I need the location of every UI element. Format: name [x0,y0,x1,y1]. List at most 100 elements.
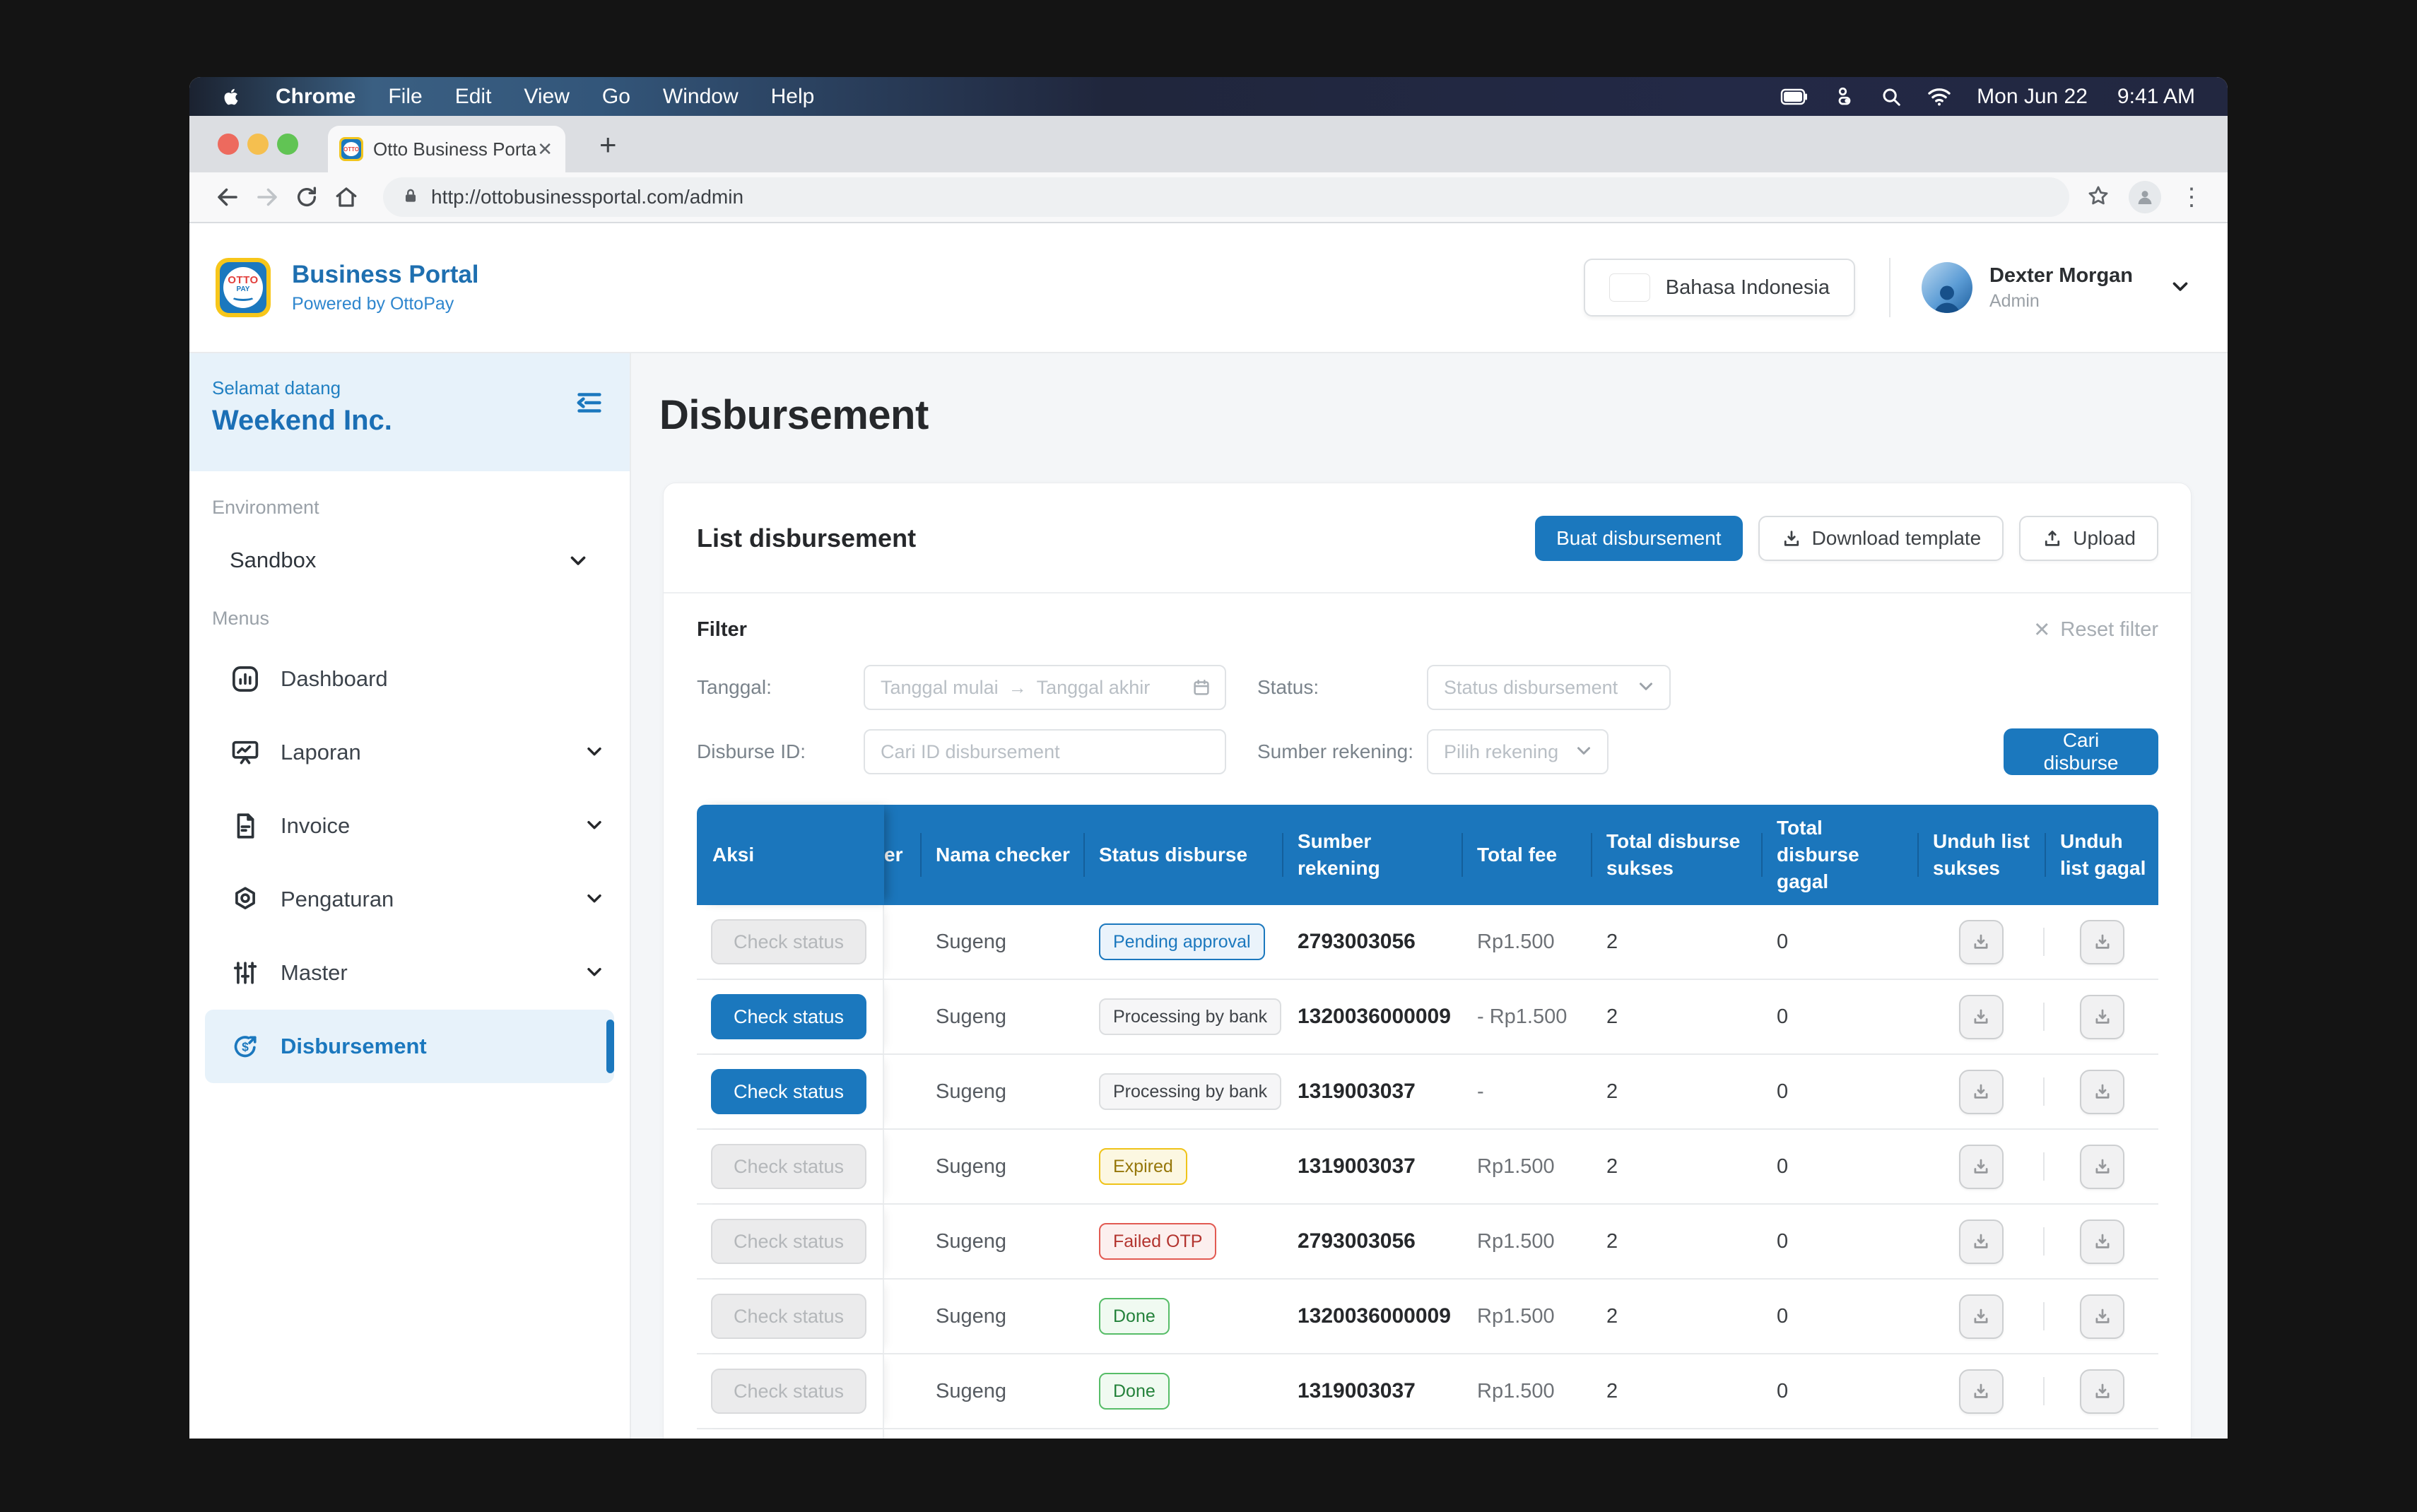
check-status-button[interactable]: Check status [711,1144,866,1189]
disburse-id-input[interactable] [864,729,1226,774]
check-status-button[interactable]: Check status [711,994,866,1039]
cell-nama-checker: Sugeng [920,1280,1083,1353]
apple-logo-icon[interactable] [220,85,245,109]
sidebar-item-master[interactable]: Master [189,936,630,1010]
battery-icon[interactable] [1780,88,1809,106]
sidebar-item-invoice[interactable]: Invoice [189,789,630,863]
column-header-aksi: Aksi [697,805,884,905]
bookmark-star-icon[interactable] [2086,184,2110,211]
cell-nama-checker: Sugeng [920,1205,1083,1278]
download-template-button[interactable]: Download template [1758,516,2004,561]
download-gagal-button[interactable] [2080,995,2124,1039]
browser-menu-icon[interactable]: ⋮ [2180,185,2204,209]
lock-icon[interactable] [401,187,420,208]
download-gagal-button[interactable] [2080,1294,2124,1339]
menubar-item-edit[interactable]: Edit [455,85,492,109]
check-status-button[interactable]: Check status [711,919,866,964]
download-sukses-button[interactable] [1959,1294,2004,1339]
cell-nama-maker-partial [884,1130,920,1203]
download-gagal-button[interactable] [2080,1145,2124,1189]
column-header-nama-maker-partial: er [884,805,920,905]
cell-total-disburse-gagal: 0 [1761,980,1917,1053]
forward-icon[interactable] [247,177,287,217]
cell-total-disburse-gagal: 0 [1761,1055,1917,1128]
user-menu[interactable]: Dexter Morgan Admin [1922,262,2192,313]
download-gagal-button[interactable] [2080,1219,2124,1264]
control-center-icon[interactable] [1834,86,1855,107]
environment-label: Environment [212,497,630,519]
cell-nama-checker: Sugeng [920,1130,1083,1203]
cell-nama-checker: Sugeng [920,980,1083,1053]
menubar-item-view[interactable]: View [524,85,569,109]
download-gagal-button[interactable] [2080,1369,2124,1414]
table-row: Check status Sugeng Pending approval 279… [697,905,2158,980]
spotlight-search-icon[interactable] [1881,86,1902,107]
window-close-button[interactable] [218,134,239,155]
table-body: Check status Sugeng Pending approval 279… [697,905,2158,1429]
check-status-button[interactable]: Check status [711,1069,866,1114]
download-gagal-button[interactable] [2080,1070,2124,1114]
disbursement-card: List disbursement Buat disbursement Down… [663,483,2192,1439]
check-status-button[interactable]: Check status [711,1219,866,1264]
check-status-button[interactable]: Check status [711,1369,866,1414]
new-tab-button[interactable]: + [599,130,617,160]
reset-filter-button[interactable]: ✕ Reset filter [2033,618,2158,642]
cari-disburse-button[interactable]: Cari disburse [2004,728,2158,775]
menubar-item-help[interactable]: Help [771,85,815,109]
browser-tab[interactable]: OTTO Otto Business Portal ✕ [328,126,565,172]
window-minimize-button[interactable] [247,134,269,155]
download-sukses-button[interactable] [1959,920,2004,964]
menubar-item-file[interactable]: File [388,85,422,109]
browser-profile-icon[interactable] [2129,181,2161,213]
download-icon [1970,1306,1992,1327]
sidebar-item-laporan[interactable]: Laporan [189,716,630,789]
window-zoom-button[interactable] [277,134,298,155]
wifi-icon[interactable] [1927,87,1951,107]
table-row: Check status Sugeng Done 1319003037 Rp1.… [697,1354,2158,1429]
address-bar[interactable]: http://ottobusinessportal.com/admin [383,177,2069,217]
sumber-rekening-select[interactable]: Pilih rekening [1427,729,1609,774]
cell-total-disburse-sukses: 2 [1591,1055,1761,1128]
report-board-icon [230,737,261,768]
menubar-date[interactable]: Mon Jun 22 [1977,85,2088,109]
sidebar-item-pengaturan[interactable]: Pengaturan [189,863,630,936]
status-badge: Failed OTP [1099,1223,1216,1260]
chevron-down-icon [583,887,606,913]
download-sukses-button[interactable] [1959,1145,2004,1189]
status-select[interactable]: Status disbursement [1427,665,1671,710]
status-badge: Processing by bank [1099,998,1281,1035]
home-icon[interactable] [327,177,366,217]
menubar-item-go[interactable]: Go [602,85,630,109]
download-sukses-button[interactable] [1959,995,2004,1039]
cell-total-disburse-sukses: 2 [1591,1205,1761,1278]
status-badge: Done [1099,1298,1170,1335]
tab-close-icon[interactable]: ✕ [537,140,553,158]
download-sukses-button[interactable] [1959,1070,2004,1114]
menubar-item-window[interactable]: Window [663,85,739,109]
language-label: Bahasa Indonesia [1666,276,1830,300]
welcome-label: Selamat datang [212,377,604,399]
cell-total-fee: - Rp1.500 [1462,980,1591,1053]
chevron-down-icon[interactable] [2168,274,2192,302]
language-selector[interactable]: Bahasa Indonesia [1584,259,1855,317]
buat-disbursement-button[interactable]: Buat disbursement [1535,516,1742,561]
menubar-clock[interactable]: 9:41 AM [2117,85,2195,109]
download-gagal-button[interactable] [2080,920,2124,964]
cell-status: Done [1083,1280,1282,1353]
environment-select[interactable]: Sandbox [212,538,606,582]
upload-button[interactable]: Upload [2019,516,2158,561]
check-status-button[interactable]: Check status [711,1294,866,1339]
date-range-input[interactable]: Tanggal mulai → Tanggal akhir [864,665,1226,710]
cell-status: Failed OTP [1083,1205,1282,1278]
download-sukses-button[interactable] [1959,1219,2004,1264]
chevron-down-icon [583,960,606,986]
sidebar-collapse-icon[interactable] [572,386,606,420]
reload-icon[interactable] [287,177,327,217]
sidebar-item-dashboard[interactable]: Dashboard [189,642,630,716]
download-sukses-button[interactable] [1959,1369,2004,1414]
sidebar-item-disbursement[interactable]: $ Disbursement [205,1010,614,1083]
arrow-right-icon: → [1008,677,1027,699]
back-icon[interactable] [208,177,247,217]
cell-total-disburse-gagal: 0 [1761,1280,1917,1353]
menubar-item-chrome[interactable]: Chrome [276,85,355,109]
